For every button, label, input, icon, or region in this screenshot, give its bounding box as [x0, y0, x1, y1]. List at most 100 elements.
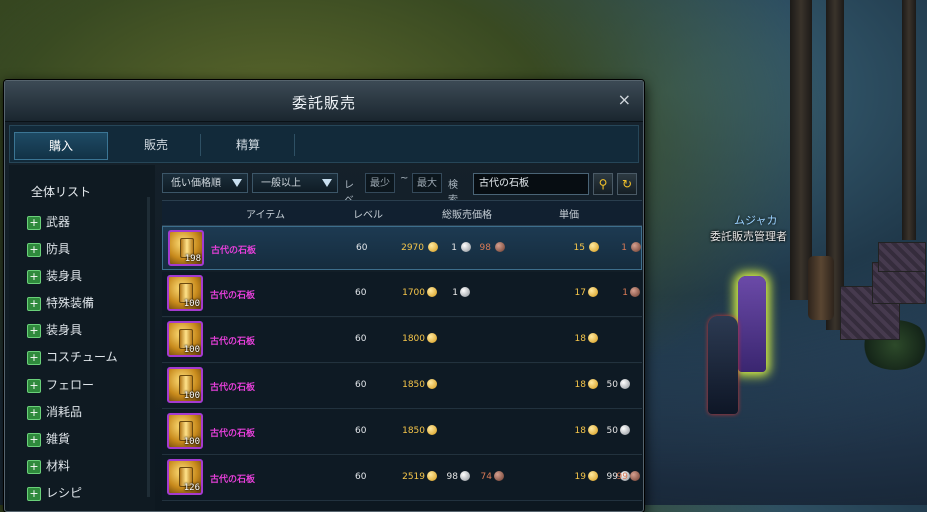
grade-dropdown[interactable]: 一般以上 — [252, 173, 338, 193]
category-label: 装身具 — [46, 269, 83, 283]
category-label: レシピ — [46, 486, 83, 500]
item-quantity: 100 — [183, 345, 200, 355]
tab-sell[interactable]: 販売 — [110, 132, 202, 158]
tab-buy[interactable]: 購入 — [14, 132, 108, 160]
tab-bar: 購入 販売 精算 — [9, 125, 639, 163]
silver-coin-icon — [620, 379, 630, 389]
player-character — [708, 316, 738, 414]
tree-trunk — [902, 0, 916, 240]
expand-icon[interactable]: + — [27, 215, 41, 230]
copper-coin-icon — [494, 471, 504, 481]
total-gold-value: 1850 — [402, 426, 425, 436]
refresh-icon[interactable]: ↻ — [617, 173, 637, 195]
unit-gold-value: 15 — [573, 243, 585, 253]
table-row[interactable]: 100 古代の石板 60 1800 18 — [162, 318, 642, 363]
total-gold-value: 1700 — [402, 288, 425, 298]
category-item-armor[interactable]: + 防具 — [27, 240, 71, 257]
npc-merchant[interactable] — [738, 276, 766, 372]
window-titlebar[interactable]: 委託販売 × — [5, 81, 643, 122]
close-icon[interactable]: × — [618, 90, 631, 109]
category-label: 消耗品 — [46, 405, 83, 419]
expand-icon[interactable]: + — [27, 459, 41, 474]
table-row[interactable]: 126 古代の石板 60 2519 98 74 19 99 99 — [162, 456, 642, 501]
gold-coin-icon — [427, 333, 437, 343]
max-level-input[interactable]: 最大 — [412, 173, 442, 193]
item-icon: 126 — [167, 459, 203, 495]
item-icon: 100 — [167, 321, 203, 357]
item-name: 古代の石板 — [210, 291, 256, 301]
gold-coin-icon — [427, 379, 437, 389]
category-item-recipe[interactable]: + レシピ — [27, 484, 83, 501]
item-level: 60 — [355, 334, 367, 344]
sort-dropdown[interactable]: 低い価格順 — [162, 173, 248, 193]
gold-coin-icon — [588, 425, 598, 435]
category-item-accessory[interactable]: + 装身具 — [27, 267, 83, 284]
npc-title: 委託販売管理者 — [710, 230, 787, 243]
category-item-costume[interactable]: + コスチューム — [27, 348, 118, 365]
silver-coin-icon — [461, 242, 471, 252]
search-icon[interactable]: ⚲ — [593, 173, 613, 195]
expand-icon[interactable]: + — [27, 323, 41, 338]
min-level-input[interactable]: 最少 — [365, 173, 395, 193]
table-row[interactable]: 100 古代の石板 60 1850 18 50 — [162, 364, 642, 409]
crate — [878, 242, 926, 272]
barrel — [808, 256, 834, 320]
total-silver-value: 1 — [452, 288, 458, 298]
category-item-material[interactable]: + 材料 — [27, 457, 70, 474]
column-header-level: レベル — [353, 210, 383, 221]
item-level: 60 — [355, 426, 367, 436]
gold-coin-icon — [427, 287, 437, 297]
total-copper-value: 98 — [479, 243, 491, 253]
expand-icon[interactable]: + — [27, 378, 41, 393]
category-label: 防具 — [46, 242, 71, 256]
tab-settlement[interactable]: 精算 — [202, 132, 294, 158]
npc-name: ムジャカ — [734, 214, 778, 227]
category-item-special-equipment[interactable]: + 特殊装備 — [27, 294, 94, 311]
category-label: 雑貨 — [46, 432, 71, 446]
expand-icon[interactable]: + — [27, 269, 41, 284]
expand-icon[interactable]: + — [27, 486, 41, 501]
category-item-consumable[interactable]: + 消耗品 — [27, 403, 83, 420]
search-input[interactable]: 古代の石板 — [473, 173, 589, 195]
silver-coin-icon — [620, 425, 630, 435]
chevron-down-icon — [232, 179, 242, 187]
tab-divider — [294, 134, 295, 156]
window-title: 委託販売 — [291, 94, 356, 112]
category-sidebar: 全体リスト + 武器 + 防具 + 装身具 + 特殊装備 + 装身具 + コスチューム + フ… — [9, 165, 155, 511]
unit-silver-value: 50 — [606, 426, 618, 436]
item-quantity: 100 — [183, 391, 200, 401]
silver-coin-icon — [460, 287, 470, 297]
expand-icon[interactable]: + — [27, 432, 41, 447]
sidebar-scrollbar[interactable] — [147, 197, 150, 497]
total-silver-value: 98 — [446, 472, 458, 482]
total-gold-value: 1850 — [402, 380, 425, 390]
gold-coin-icon — [588, 333, 598, 343]
copper-coin-icon — [631, 242, 641, 252]
expand-icon[interactable]: + — [27, 242, 41, 257]
table-row[interactable]: 198 古代の石板 60 2970 1 98 15 1 — [162, 226, 642, 270]
category-list-title[interactable]: 全体リスト — [31, 183, 91, 200]
unit-copper-value: 1 — [622, 288, 628, 298]
expand-icon[interactable]: + — [27, 405, 41, 420]
total-copper-value: 74 — [480, 472, 492, 482]
category-label: 武器 — [46, 215, 71, 229]
item-icon: 198 — [168, 230, 204, 266]
category-item-accessory-2[interactable]: + 装身具 — [27, 321, 82, 338]
expand-icon[interactable]: + — [27, 296, 41, 311]
table-row[interactable]: 100 古代の石板 60 1850 18 50 — [162, 410, 642, 455]
sort-value: 低い価格順 — [171, 178, 221, 189]
grade-value: 一般以上 — [261, 178, 301, 189]
gold-coin-icon — [588, 287, 598, 297]
copper-coin-icon — [495, 242, 505, 252]
consignment-window: 委託販売 × 購入 販売 精算 全体リスト + 武器 + 防具 + 装身具 + 特殊装備… — [4, 80, 644, 512]
expand-icon[interactable]: + — [27, 350, 41, 365]
category-item-fellow[interactable]: + フェロー — [27, 376, 94, 393]
column-header-unit-price: 単価 — [559, 210, 579, 221]
gold-coin-icon — [588, 379, 598, 389]
unit-silver-value: 50 — [606, 380, 618, 390]
category-item-misc[interactable]: + 雑貨 — [27, 430, 71, 447]
table-row[interactable]: 100 古代の石板 60 1700 1 17 1 — [162, 272, 642, 317]
category-item-weapon[interactable]: + 武器 — [27, 213, 71, 230]
column-header-total-price: 総販売価格 — [442, 210, 492, 221]
copper-coin-icon — [630, 287, 640, 297]
